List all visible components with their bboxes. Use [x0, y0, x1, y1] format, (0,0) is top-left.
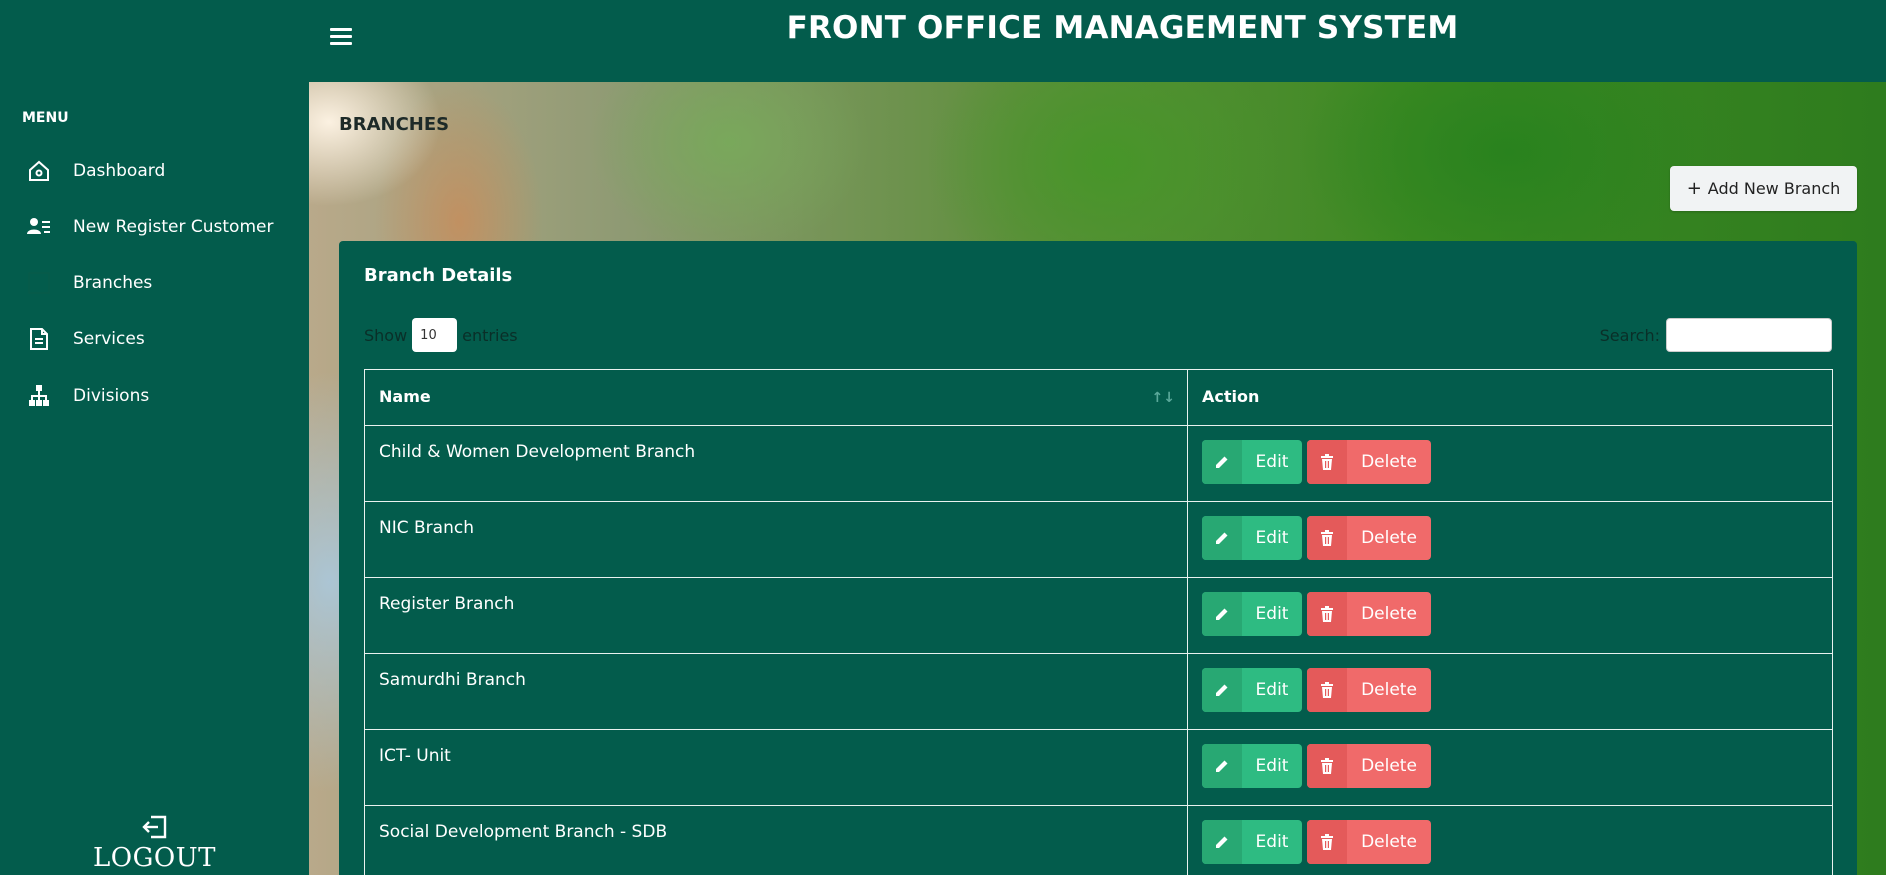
branch-name-cell: Child & Women Development Branch	[364, 425, 1188, 502]
sidebar-item-label: Services	[73, 329, 145, 349]
sidebar-item-label: Dashboard	[73, 161, 166, 181]
logout-label: LOGOUT	[93, 843, 216, 873]
sidebar-item-label: New Register Customer	[73, 217, 274, 237]
page-title: BRANCHES	[339, 114, 450, 135]
delete-label: Delete	[1361, 680, 1417, 700]
trash-icon	[1307, 668, 1347, 712]
entries-length-control: Show 10 entries	[364, 318, 518, 352]
sidebar-item-dashboard[interactable]: Dashboard	[26, 151, 296, 191]
edit-label: Edit	[1255, 756, 1289, 776]
table-row: Samurdhi Branch Edit Delete	[364, 653, 1833, 730]
sidebar-item-label: Branches	[73, 273, 153, 293]
pencil-icon	[1202, 516, 1242, 560]
add-new-branch-label: Add New Branch	[1707, 179, 1841, 198]
entries-label: entries	[462, 325, 518, 345]
show-label: Show	[364, 325, 408, 345]
branch-details-card: Branch Details Show 10 entries Search: N…	[339, 241, 1857, 875]
plus-icon: +	[1686, 178, 1702, 199]
trash-icon	[1307, 820, 1347, 864]
pencil-icon	[1202, 744, 1242, 788]
branch-icon	[26, 270, 52, 296]
delete-label: Delete	[1361, 604, 1417, 624]
branch-name-cell: NIC Branch	[364, 501, 1188, 578]
main-content: BRANCHES + Add New Branch Branch Details…	[309, 82, 1886, 875]
table-header-row: Name ↑↓ Action	[364, 369, 1833, 426]
sidebar-item-services[interactable]: Services	[26, 319, 296, 359]
branch-name-cell: Samurdhi Branch	[364, 653, 1188, 730]
search-input[interactable]	[1666, 318, 1832, 352]
delete-label: Delete	[1361, 832, 1417, 852]
trash-icon	[1307, 440, 1347, 484]
pencil-icon	[1202, 592, 1242, 636]
sidebar-item-divisions[interactable]: Divisions	[26, 376, 296, 416]
action-cell: Edit Delete	[1187, 653, 1833, 730]
branch-name-cell: ICT- Unit	[364, 729, 1188, 806]
add-new-branch-button[interactable]: + Add New Branch	[1670, 166, 1857, 211]
sort-icon[interactable]: ↑↓	[1152, 390, 1175, 406]
table-row: NIC Branch Edit Delete	[364, 501, 1833, 578]
entries-select[interactable]: 10	[412, 318, 458, 352]
edit-label: Edit	[1255, 832, 1289, 852]
delete-button[interactable]: Delete	[1307, 744, 1431, 788]
edit-button[interactable]: Edit	[1202, 592, 1302, 636]
search-label: Search:	[1599, 325, 1660, 345]
edit-button[interactable]: Edit	[1202, 744, 1302, 788]
branch-name-cell: Social Development Branch - SDB	[364, 805, 1188, 875]
search-control: Search:	[1600, 318, 1832, 352]
card-title: Branch Details	[364, 265, 513, 286]
delete-button[interactable]: Delete	[1307, 440, 1431, 484]
delete-button[interactable]: Delete	[1307, 820, 1431, 864]
table-row: ICT- Unit Edit Delete	[364, 729, 1833, 806]
delete-button[interactable]: Delete	[1307, 592, 1431, 636]
trash-icon	[1307, 516, 1347, 560]
action-cell: Edit Delete	[1187, 805, 1833, 875]
edit-label: Edit	[1255, 604, 1289, 624]
action-cell: Edit Delete	[1187, 425, 1833, 502]
delete-label: Delete	[1361, 452, 1417, 472]
branch-name-cell: Register Branch	[364, 577, 1188, 654]
edit-label: Edit	[1255, 528, 1289, 548]
edit-button[interactable]: Edit	[1202, 668, 1302, 712]
pencil-icon	[1202, 440, 1242, 484]
sitemap-icon	[26, 383, 52, 409]
sidebar: MENU Dashboard New Register Customer Bra…	[0, 82, 309, 875]
column-header-name[interactable]: Name ↑↓	[364, 369, 1188, 426]
logout-icon	[140, 813, 170, 841]
delete-label: Delete	[1361, 756, 1417, 776]
column-header-action: Action	[1187, 369, 1833, 426]
edit-button[interactable]: Edit	[1202, 820, 1302, 864]
column-header-name-label: Name	[379, 387, 431, 406]
logout-button[interactable]: LOGOUT	[0, 813, 309, 873]
branches-table: Name ↑↓ Action Child & Women Development…	[364, 369, 1833, 875]
top-bar: FRONT OFFICE MANAGEMENT SYSTEM	[0, 0, 1886, 82]
home-icon	[26, 158, 52, 184]
document-icon	[26, 326, 52, 352]
trash-icon	[1307, 744, 1347, 788]
menu-heading: MENU	[22, 110, 69, 126]
edit-label: Edit	[1255, 452, 1289, 472]
action-cell: Edit Delete	[1187, 729, 1833, 806]
sidebar-item-label: Divisions	[73, 386, 150, 406]
edit-button[interactable]: Edit	[1202, 516, 1302, 560]
trash-icon	[1307, 592, 1347, 636]
action-cell: Edit Delete	[1187, 501, 1833, 578]
delete-button[interactable]: Delete	[1307, 516, 1431, 560]
delete-label: Delete	[1361, 528, 1417, 548]
sidebar-item-new-register-customer[interactable]: New Register Customer	[26, 207, 296, 247]
table-row: Social Development Branch - SDB Edit Delet…	[364, 805, 1833, 875]
pencil-icon	[1202, 668, 1242, 712]
pencil-icon	[1202, 820, 1242, 864]
sidebar-item-branches[interactable]: Branches	[26, 263, 296, 303]
action-cell: Edit Delete	[1187, 577, 1833, 654]
table-row: Child & Women Development Branch Edit Dele…	[364, 425, 1833, 502]
delete-button[interactable]: Delete	[1307, 668, 1431, 712]
user-list-icon	[26, 214, 52, 240]
table-row: Register Branch Edit Delete	[364, 577, 1833, 654]
app-title: FRONT OFFICE MANAGEMENT SYSTEM	[786, 10, 1459, 46]
edit-button[interactable]: Edit	[1202, 440, 1302, 484]
edit-label: Edit	[1255, 680, 1289, 700]
